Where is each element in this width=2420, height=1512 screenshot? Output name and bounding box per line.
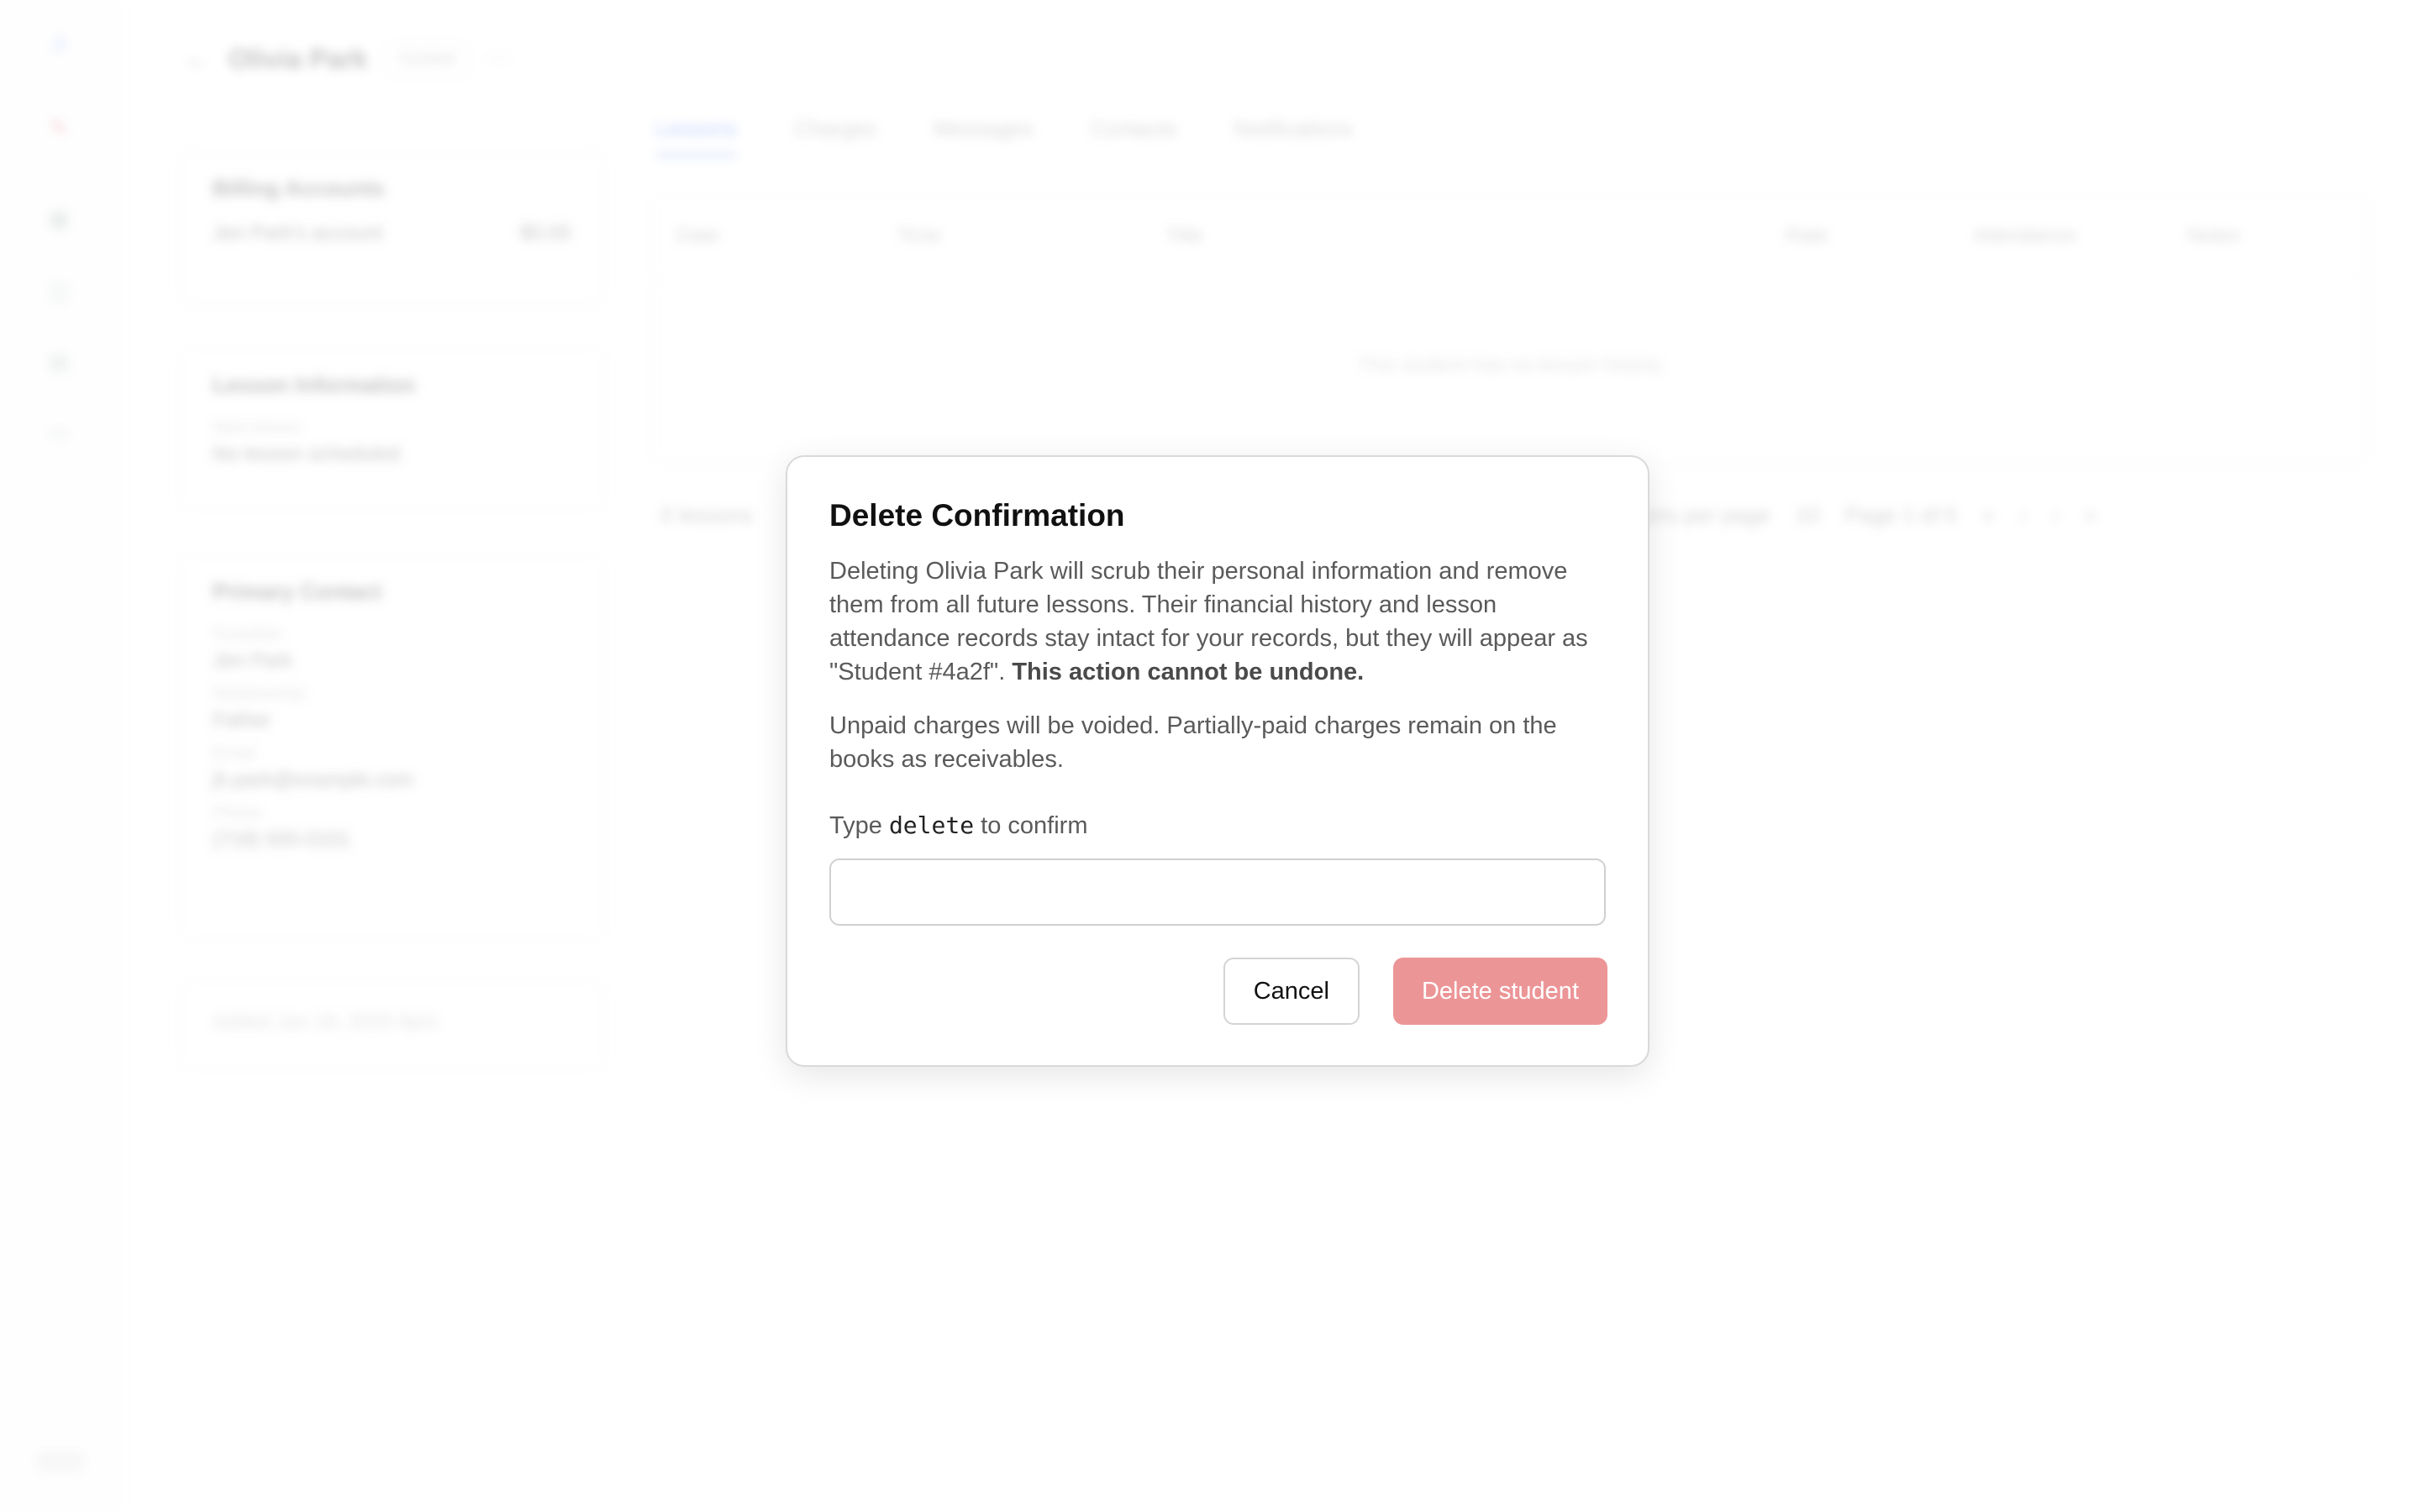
- delete-student-button[interactable]: Delete student: [1392, 958, 1607, 1025]
- confirm-suffix: to confirm: [981, 812, 1088, 840]
- confirm-prefix: Type: [829, 812, 882, 840]
- dialog-title: Delete Confirmation: [829, 498, 1125, 533]
- dialog-secondary-text: Unpaid charges will be voided. Partially…: [829, 712, 1557, 774]
- confirm-keyword: delete: [888, 811, 975, 840]
- confirm-instruction: Type delete to confirm: [829, 811, 1606, 840]
- cancel-button[interactable]: Cancel: [1223, 958, 1360, 1025]
- dialog-warning: This action cannot be undone.: [1012, 659, 1365, 686]
- delete-confirmation-dialog: Delete Confirmation Deleting Olivia Park…: [786, 455, 1649, 1067]
- dialog-actions: Cancel Delete student: [1223, 958, 1607, 1025]
- confirm-input[interactable]: [829, 858, 1606, 927]
- dialog-body: Deleting Olivia Park will scrub their pe…: [829, 554, 1606, 689]
